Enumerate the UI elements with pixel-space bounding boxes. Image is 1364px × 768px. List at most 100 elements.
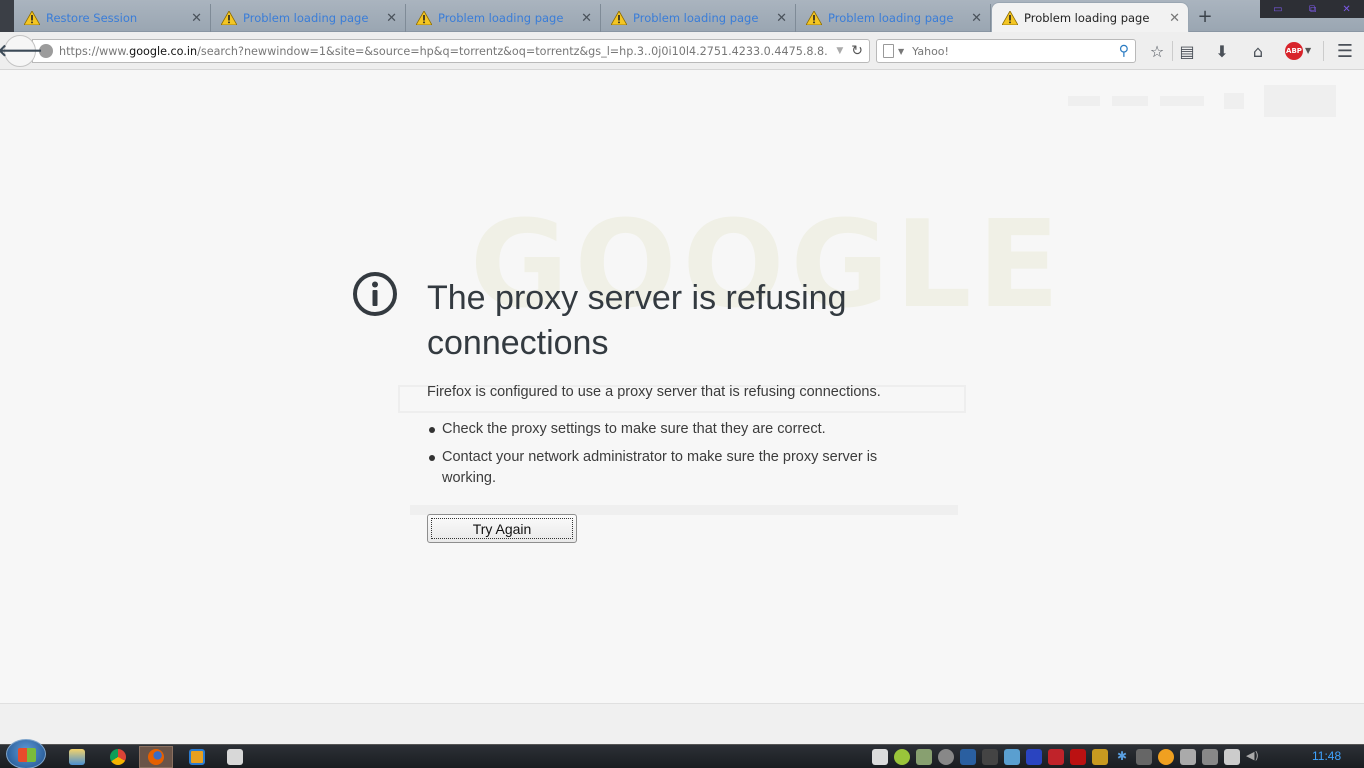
tray-window-icon[interactable] bbox=[960, 749, 976, 765]
tab-problem-loading-3[interactable]: Problem loading page ✕ bbox=[601, 4, 796, 32]
close-tab-icon[interactable]: ✕ bbox=[776, 11, 787, 26]
volume-icon[interactable]: ◀) bbox=[1246, 749, 1262, 765]
ghost-link bbox=[1112, 96, 1148, 106]
home-button[interactable]: ⌂ bbox=[1247, 40, 1269, 62]
url-text[interactable]: https://www.google.co.in/search?newwindo… bbox=[59, 45, 828, 58]
firefox-icon bbox=[148, 749, 164, 765]
tab-problem-loading-2[interactable]: Problem loading page ✕ bbox=[406, 4, 601, 32]
url-domain: google.co.in bbox=[129, 44, 198, 58]
back-button[interactable]: 🡐 bbox=[0, 35, 43, 67]
bluetooth-icon[interactable]: ✱ bbox=[1114, 749, 1130, 765]
power-icon[interactable] bbox=[1202, 749, 1218, 765]
start-button[interactable] bbox=[6, 739, 46, 768]
tab-label: Problem loading page bbox=[633, 11, 759, 25]
search-icon[interactable]: ⚲ bbox=[1119, 43, 1129, 59]
focus-ring bbox=[431, 518, 573, 539]
abp-dropdown-icon[interactable]: ▼ bbox=[1305, 46, 1311, 55]
minimize-icon[interactable]: ▭ bbox=[1273, 4, 1282, 15]
tray-drive-icon[interactable] bbox=[916, 749, 932, 765]
taskbar-chrome[interactable] bbox=[101, 746, 135, 768]
warning-icon bbox=[806, 11, 822, 25]
tab-label: Restore Session bbox=[46, 11, 138, 25]
close-tab-icon[interactable]: ✕ bbox=[1169, 11, 1180, 26]
close-tab-icon[interactable]: ✕ bbox=[971, 11, 982, 26]
ghost-apps bbox=[1224, 93, 1244, 109]
error-title: The proxy server is refusing connections bbox=[427, 279, 847, 362]
bookmarks-menu-button[interactable]: ▤ bbox=[1176, 40, 1198, 62]
reading-list-icon: ▤ bbox=[1179, 41, 1195, 61]
tab-problem-loading-4[interactable]: Problem loading page ✕ bbox=[796, 4, 991, 32]
tray-network-icon[interactable] bbox=[982, 749, 998, 765]
tab-problem-loading-active[interactable]: Problem loading page ✕ bbox=[991, 2, 1189, 33]
toolbar-separator bbox=[1323, 41, 1324, 61]
close-tab-icon[interactable]: ✕ bbox=[386, 11, 397, 26]
tray-files-icon[interactable] bbox=[872, 749, 888, 765]
chrome-icon bbox=[110, 749, 126, 765]
tray-globe-icon[interactable] bbox=[938, 749, 954, 765]
url-prefix: https://www. bbox=[59, 44, 130, 58]
search-bar[interactable]: ▼ Yahoo! ⚲ bbox=[876, 39, 1136, 63]
folder-icon bbox=[69, 749, 85, 765]
taskbar-media-player[interactable] bbox=[180, 746, 214, 768]
tab-restore-session[interactable]: Restore Session ✕ bbox=[14, 4, 211, 32]
tab-label: Problem loading page bbox=[243, 11, 369, 25]
taskbar-firefox[interactable] bbox=[139, 746, 173, 768]
action-center-flag-icon[interactable] bbox=[1180, 749, 1196, 765]
ghost-signin bbox=[1264, 85, 1336, 117]
ghost-link bbox=[1160, 96, 1204, 106]
search-input[interactable]: Yahoo! bbox=[912, 45, 1119, 58]
warning-icon bbox=[1002, 11, 1018, 25]
adblock-plus-icon[interactable]: ABP bbox=[1285, 42, 1303, 60]
tab-problem-loading-1[interactable]: Problem loading page ✕ bbox=[211, 4, 406, 32]
navigation-toolbar: https://www.google.co.in/search?newwindo… bbox=[0, 32, 1364, 70]
warning-icon bbox=[221, 11, 237, 25]
windows-logo-icon bbox=[18, 748, 36, 762]
warning-icon bbox=[24, 11, 40, 25]
suggestion-list: Check the proxy settings to make sure th… bbox=[427, 419, 907, 496]
media-player-icon bbox=[189, 749, 205, 765]
warning-icon bbox=[416, 11, 432, 25]
download-icon: ⬇ bbox=[1215, 41, 1229, 61]
tray-add-icon[interactable] bbox=[894, 749, 910, 765]
engine-dropdown-icon[interactable]: ▼ bbox=[898, 47, 904, 56]
network-status-icon[interactable] bbox=[1224, 749, 1240, 765]
url-path: /search?newwindow=1&site=&source=hp&q=to… bbox=[197, 44, 828, 58]
suggestion-item: Contact your network administrator to ma… bbox=[427, 447, 907, 489]
try-again-button[interactable]: Try Again bbox=[427, 514, 577, 543]
suggestion-item: Check the proxy settings to make sure th… bbox=[427, 419, 907, 440]
info-icon bbox=[353, 272, 397, 316]
menu-icon: ☰ bbox=[1336, 40, 1354, 62]
new-tab-button[interactable]: + bbox=[1196, 6, 1214, 27]
search-engine-icon[interactable] bbox=[883, 44, 894, 58]
close-tab-icon[interactable]: ✕ bbox=[191, 11, 202, 26]
menu-button[interactable]: ☰ bbox=[1334, 40, 1356, 62]
reload-icon[interactable]: ↻ bbox=[851, 43, 863, 59]
tray-opera-icon[interactable] bbox=[1048, 749, 1064, 765]
close-window-icon[interactable]: ✕ bbox=[1342, 4, 1350, 15]
tray-usb-icon[interactable] bbox=[1136, 749, 1152, 765]
tray-alert-icon[interactable] bbox=[1092, 749, 1108, 765]
files-icon bbox=[227, 749, 243, 765]
bookmark-star-button[interactable]: ☆ bbox=[1146, 40, 1168, 62]
window-controls: ▭ ⧉ ✕ bbox=[1260, 0, 1364, 18]
url-bar[interactable]: https://www.google.co.in/search?newwindo… bbox=[32, 39, 870, 63]
back-arrow-icon: 🡐 bbox=[0, 41, 43, 61]
system-tray: ✱ ◀) bbox=[872, 749, 1262, 765]
history-dropdown-icon[interactable]: ▼ bbox=[836, 46, 843, 56]
tab-strip: Restore Session ✕ Problem loading page ✕… bbox=[0, 0, 1364, 33]
tab-label: Problem loading page bbox=[828, 11, 954, 25]
tray-sync-icon[interactable] bbox=[1004, 749, 1020, 765]
toolbar-separator bbox=[1172, 41, 1173, 61]
taskbar-explorer[interactable] bbox=[60, 746, 94, 768]
restore-icon[interactable]: ⧉ bbox=[1309, 4, 1316, 15]
warning-icon bbox=[611, 11, 627, 25]
close-tab-icon[interactable]: ✕ bbox=[581, 11, 592, 26]
taskbar-files[interactable] bbox=[218, 746, 252, 768]
tray-adobe-icon[interactable] bbox=[1070, 749, 1086, 765]
tray-orange-icon[interactable] bbox=[1158, 749, 1174, 765]
star-icon: ☆ bbox=[1149, 41, 1165, 61]
system-clock[interactable]: 11:48 bbox=[1312, 749, 1341, 763]
error-description: Firefox is configured to use a proxy ser… bbox=[427, 384, 881, 400]
tray-monitor-icon[interactable] bbox=[1026, 749, 1042, 765]
downloads-button[interactable]: ⬇ bbox=[1211, 40, 1233, 62]
